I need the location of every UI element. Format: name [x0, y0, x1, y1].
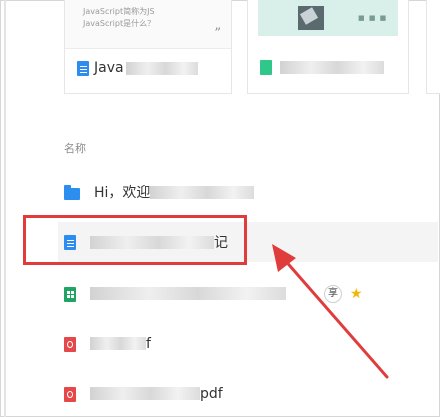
- annotation-arrow: [272, 244, 389, 379]
